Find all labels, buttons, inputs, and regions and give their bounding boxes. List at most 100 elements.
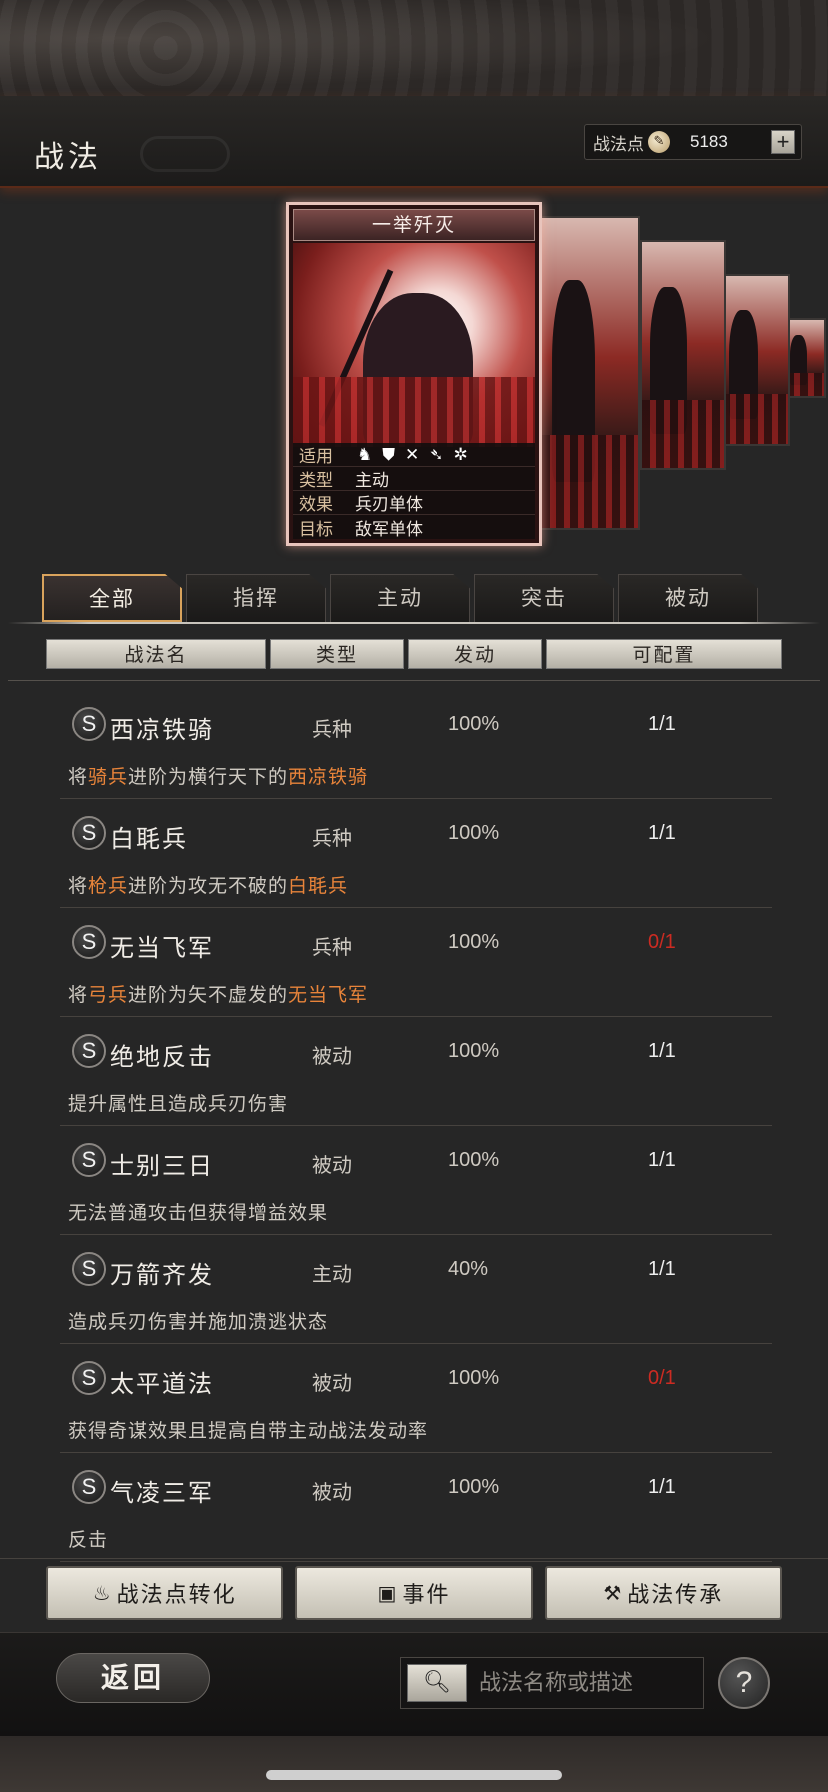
tactic-rate: 100% — [448, 1476, 500, 1498]
rank-badge: S — [72, 707, 106, 741]
column-slots[interactable]: 可配置 — [546, 639, 782, 669]
tactic-slots: 1/1 — [648, 1476, 676, 1498]
description-text: 提升属性且造成兵刃伤害 — [68, 1093, 289, 1115]
tactic-name: 万箭齐发 — [110, 1261, 214, 1289]
back-button[interactable]: 返回 — [56, 1653, 210, 1703]
tactic-type: 兵种 — [312, 717, 352, 741]
info-value: 敌军单体 — [355, 519, 423, 540]
tactic-name: 白毦兵 — [110, 825, 188, 853]
home-indicator[interactable] — [266, 1770, 562, 1780]
tactic-description: 造成兵刃伤害并施加溃逃状态 — [68, 1307, 328, 1334]
featured-tactic-card[interactable]: 一举歼灭 适用 ♞ ⛊ ✕ ➴ ✲ 类型 主动 效果 兵刃单体 目标 敌军单体 — [286, 202, 542, 546]
tab-active[interactable]: 主动 — [330, 574, 470, 622]
search-input[interactable] — [479, 1658, 699, 1708]
tactic-slots: 1/1 — [648, 1149, 676, 1171]
column-name[interactable]: 战法名 — [46, 639, 266, 669]
description-text: 将 — [68, 984, 89, 1006]
events-button[interactable]: ▣ 事件 — [295, 1566, 533, 1620]
top-cloud-banner — [0, 0, 828, 96]
inherit-tactic-label: 战法传承 — [627, 1583, 724, 1608]
info-row-applicable: 适用 ♞ ⛊ ✕ ➴ ✲ — [293, 443, 535, 467]
tactic-slots: 1/1 — [648, 1040, 676, 1062]
description-text: 西凉铁骑 — [288, 766, 369, 788]
tactic-name: 绝地反击 — [110, 1043, 214, 1071]
actions-divider — [0, 1558, 828, 1559]
tactic-name: 气凌三军 — [110, 1479, 214, 1507]
tactic-list: S 西凉铁骑 兵种 100% 1/1 将骑兵进阶为横行天下的西凉铁骑 S 白毦兵 兵种 100% 1… — [0, 690, 828, 1562]
tactic-description: 提升属性且造成兵刃伤害 — [68, 1089, 288, 1116]
list-item[interactable]: S 西凉铁骑 兵种 100% 1/1 将骑兵进阶为横行天下的西凉铁骑 — [60, 690, 772, 799]
tactic-slots: 0/1 — [648, 1367, 676, 1389]
search-box: 🔍︎ — [400, 1657, 704, 1709]
tab-all[interactable]: 全部 — [42, 574, 182, 622]
tactic-type: 被动 — [312, 1371, 352, 1395]
tactic-rate: 100% — [448, 931, 500, 953]
list-item[interactable]: S 万箭齐发 主动 40% 1/1 造成兵刃伤害并施加溃逃状态 — [60, 1235, 772, 1344]
search-button[interactable]: 🔍︎ — [407, 1664, 467, 1702]
add-points-button[interactable]: + — [771, 130, 795, 154]
tactic-name: 无当飞军 — [110, 934, 214, 962]
tactic-slots: 1/1 — [648, 1258, 676, 1280]
convert-points-label: 战法点转化 — [116, 1583, 237, 1608]
info-row-target: 目标 敌军单体 — [293, 515, 535, 540]
description-text: 进阶为横行天下的 — [128, 766, 289, 788]
list-item[interactable]: S 气凌三军 被动 100% 1/1 反击 — [60, 1453, 772, 1562]
info-row-type: 类型 主动 — [293, 467, 535, 491]
inherit-tactic-button[interactable]: ⚒ 战法传承 — [544, 1566, 782, 1620]
description-text: 将 — [68, 875, 89, 897]
description-text: 无当飞军 — [288, 984, 369, 1006]
tactic-rate: 100% — [448, 1367, 500, 1389]
list-item[interactable]: S 无当飞军 兵种 100% 0/1 将弓兵进阶为矢不虚发的无当飞军 — [60, 908, 772, 1017]
tactic-description: 获得奇谋效果且提高自带主动战法发动率 — [68, 1416, 428, 1443]
tab-command[interactable]: 指挥 — [186, 574, 326, 622]
rank-badge: S — [72, 925, 106, 959]
list-item[interactable]: S 白毦兵 兵种 100% 1/1 将枪兵进阶为攻无不破的白毦兵 — [60, 799, 772, 908]
filter-tabs: 全部 指挥 主动 突击 被动 — [42, 574, 772, 622]
tactic-slots: 0/1 — [648, 931, 676, 953]
tab-passive[interactable]: 被动 — [618, 574, 758, 622]
card-stack-3[interactable] — [720, 274, 790, 446]
list-item[interactable]: S 绝地反击 被动 100% 1/1 提升属性且造成兵刃伤害 — [60, 1017, 772, 1126]
column-type[interactable]: 类型 — [270, 639, 404, 669]
card-stack-2[interactable] — [640, 240, 726, 470]
tactic-rate: 100% — [448, 1149, 500, 1171]
description-text: 枪兵 — [88, 875, 129, 897]
tab-assault[interactable]: 突击 — [474, 574, 614, 622]
column-rate[interactable]: 发动 — [408, 639, 542, 669]
help-button[interactable]: ? — [718, 1657, 770, 1709]
action-bar: ♨ 战法点转化 ▣ 事件 ⚒ 战法传承 — [46, 1566, 782, 1620]
tactic-name: 西凉铁骑 — [110, 716, 214, 744]
convert-points-button[interactable]: ♨ 战法点转化 — [46, 1566, 284, 1620]
card-stack-1[interactable] — [540, 216, 640, 530]
tactic-type: 被动 — [312, 1153, 352, 1177]
tactic-description: 将骑兵进阶为横行天下的西凉铁骑 — [68, 762, 368, 789]
tactic-description: 无法普通攻击但获得增益效果 — [68, 1198, 328, 1225]
unit-icons: ♞ ⛊ ✕ ➴ ✲ — [349, 445, 468, 465]
feather-coin-icon: ✎ — [648, 131, 670, 153]
tactic-slots: 1/1 — [648, 713, 676, 735]
info-row-effect: 效果 兵刃单体 — [293, 491, 535, 515]
info-value: 兵刃单体 — [355, 495, 423, 515]
header-ornament — [140, 136, 230, 172]
tactic-type: 兵种 — [312, 826, 352, 850]
events-label: 事件 — [402, 1583, 451, 1608]
tabs-divider — [8, 622, 820, 624]
tactic-rate: 100% — [448, 822, 500, 844]
info-value: 主动 — [355, 471, 389, 491]
rank-badge: S — [72, 1470, 106, 1504]
info-key: 目标 — [299, 519, 333, 540]
tactic-points-value: 5183 — [690, 132, 728, 151]
card-title: 一举歼灭 — [293, 209, 535, 241]
card-artwork — [293, 243, 535, 447]
card-info-panel: 适用 ♞ ⛊ ✕ ➴ ✲ 类型 主动 效果 兵刃单体 目标 敌军单体 — [293, 443, 535, 540]
tactic-name: 士别三日 — [110, 1152, 214, 1180]
card-stack-4[interactable] — [784, 318, 826, 398]
archer-icon: ✕ — [405, 444, 420, 465]
tactic-name: 太平道法 — [110, 1370, 214, 1398]
tactic-type: 兵种 — [312, 935, 352, 959]
tactic-type: 被动 — [312, 1480, 352, 1504]
list-item[interactable]: S 太平道法 被动 100% 0/1 获得奇谋效果且提高自带主动战法发动率 — [60, 1344, 772, 1453]
list-item[interactable]: S 士别三日 被动 100% 1/1 无法普通攻击但获得增益效果 — [60, 1126, 772, 1235]
tactic-type: 主动 — [312, 1262, 352, 1286]
hammer-icon: ⚒ — [603, 1581, 624, 1605]
